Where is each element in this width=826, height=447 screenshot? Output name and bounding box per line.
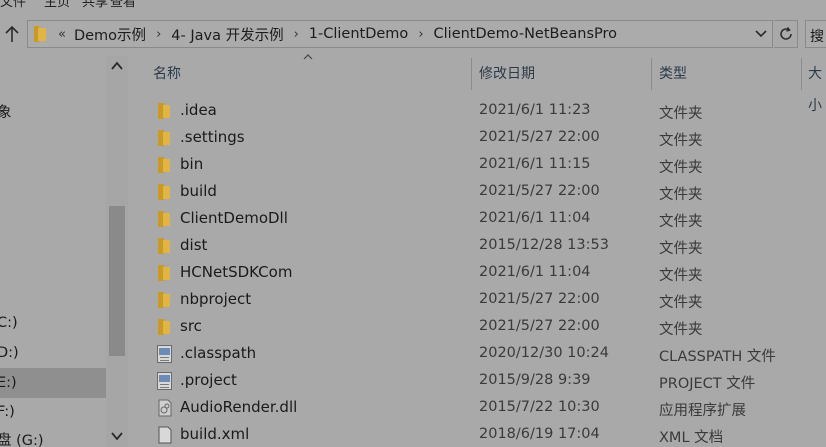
navigation-pane: 象 C:) D:) E:) F:) 盘 (G:) — [0, 56, 106, 447]
up-button[interactable] — [2, 22, 22, 46]
file-explorer-window: 文件 主页 共享 查看 « Demo示例 › 4- Java 开发示例 › 1-… — [0, 0, 826, 447]
chevron-right-icon[interactable]: › — [156, 27, 161, 42]
address-history-dropdown[interactable] — [754, 26, 768, 46]
file-icon — [156, 372, 174, 390]
chevron-down-icon — [755, 30, 767, 38]
sort-ascending-icon — [303, 54, 313, 60]
dll-icon — [156, 399, 174, 417]
column-header-type[interactable]: 类型 — [659, 58, 687, 90]
breadcrumb-item[interactable]: Demo示例 — [74, 24, 146, 45]
nav-item-drive-c[interactable]: C:) — [0, 308, 106, 338]
search-placeholder: 搜 — [810, 29, 824, 45]
scroll-up-icon[interactable] — [110, 60, 124, 72]
arrow-up-icon — [5, 25, 19, 42]
column-header-name[interactable]: 名称 — [153, 58, 181, 90]
breadcrumb-item[interactable]: 4- Java 开发示例 — [171, 24, 283, 45]
file-row-idea[interactable]: .idea 2021/6/1 11:23 文件夹 — [150, 98, 826, 125]
folder-icon — [156, 183, 174, 201]
scroll-down-icon[interactable] — [110, 430, 124, 442]
column-divider[interactable] — [801, 58, 802, 90]
nav-item-drive-d[interactable]: D:) — [0, 338, 106, 368]
folder-icon — [156, 264, 174, 282]
column-header-size[interactable]: 大小 — [808, 58, 826, 114]
nav-item-drive-g[interactable]: 盘 (G:) — [0, 426, 106, 447]
file-row-project[interactable]: .project 2015/9/28 9:39 PROJECT 文件 — [150, 368, 826, 395]
folder-icon — [156, 291, 174, 309]
folder-icon — [34, 26, 48, 42]
address-bar[interactable]: « Demo示例 › 4- Java 开发示例 › 1-ClientDemo ›… — [27, 20, 773, 48]
folder-icon — [156, 156, 174, 174]
ribbon-menu: 文件 主页 共享 查看 — [0, 0, 826, 10]
file-row-audiorender-dll[interactable]: AudioRender.dll 2015/7/22 10:30 应用程序扩展 — [150, 395, 826, 422]
refresh-button[interactable] — [774, 20, 798, 48]
refresh-icon — [779, 27, 792, 40]
file-row-clientdemodll[interactable]: ClientDemoDll 2021/6/1 11:04 文件夹 — [150, 206, 826, 233]
column-divider[interactable] — [471, 58, 472, 90]
file-row-build-xml[interactable]: build.xml 2018/6/19 17:04 XML 文档 — [150, 422, 826, 447]
file-row-bin[interactable]: bin 2021/6/1 11:15 文件夹 — [150, 152, 826, 179]
menu-item-view[interactable]: 查看 — [110, 0, 136, 10]
scrollbar-thumb[interactable] — [109, 206, 125, 356]
menu-item-file[interactable]: 文件 — [0, 0, 26, 10]
chevron-right-icon[interactable]: › — [294, 27, 299, 42]
folder-icon — [156, 237, 174, 255]
search-input[interactable]: 搜 — [805, 20, 826, 48]
folder-icon — [156, 318, 174, 336]
file-row-settings[interactable]: .settings 2021/5/27 22:00 文件夹 — [150, 125, 826, 152]
file-row-nbproject[interactable]: nbproject 2021/5/27 22:00 文件夹 — [150, 287, 826, 314]
file-row-dist[interactable]: dist 2015/12/28 13:53 文件夹 — [150, 233, 826, 260]
folder-icon — [156, 210, 174, 228]
chevron-right-icon[interactable]: › — [418, 27, 423, 42]
menu-item-share[interactable]: 共享 — [82, 0, 108, 10]
folder-icon — [156, 102, 174, 120]
breadcrumb-item[interactable]: ClientDemo-NetBeansPro — [434, 26, 618, 42]
file-row-classpath[interactable]: .classpath 2020/12/30 10:24 CLASSPATH 文件 — [150, 341, 826, 368]
folder-icon — [156, 129, 174, 147]
nav-item-drive-e[interactable]: E:) — [0, 368, 106, 398]
column-header-date[interactable]: 修改日期 — [479, 58, 535, 90]
xml-file-icon — [156, 426, 174, 444]
breadcrumb-item[interactable]: 1-ClientDemo — [309, 26, 409, 42]
file-row-hcnetsdkcom[interactable]: HCNetSDKCom 2021/6/1 11:04 文件夹 — [150, 260, 826, 287]
breadcrumb-overflow[interactable]: « — [58, 27, 66, 42]
menu-item-home[interactable]: 主页 — [44, 0, 70, 10]
column-divider[interactable] — [651, 58, 652, 90]
nav-scrollbar[interactable] — [106, 56, 128, 447]
file-icon — [156, 345, 174, 363]
nav-item-3d-objects[interactable]: 象 — [0, 98, 106, 128]
nav-item-drive-f[interactable]: F:) — [0, 397, 106, 427]
file-row-src[interactable]: src 2021/5/27 22:00 文件夹 — [150, 314, 826, 341]
file-row-build[interactable]: build 2021/5/27 22:00 文件夹 — [150, 179, 826, 206]
